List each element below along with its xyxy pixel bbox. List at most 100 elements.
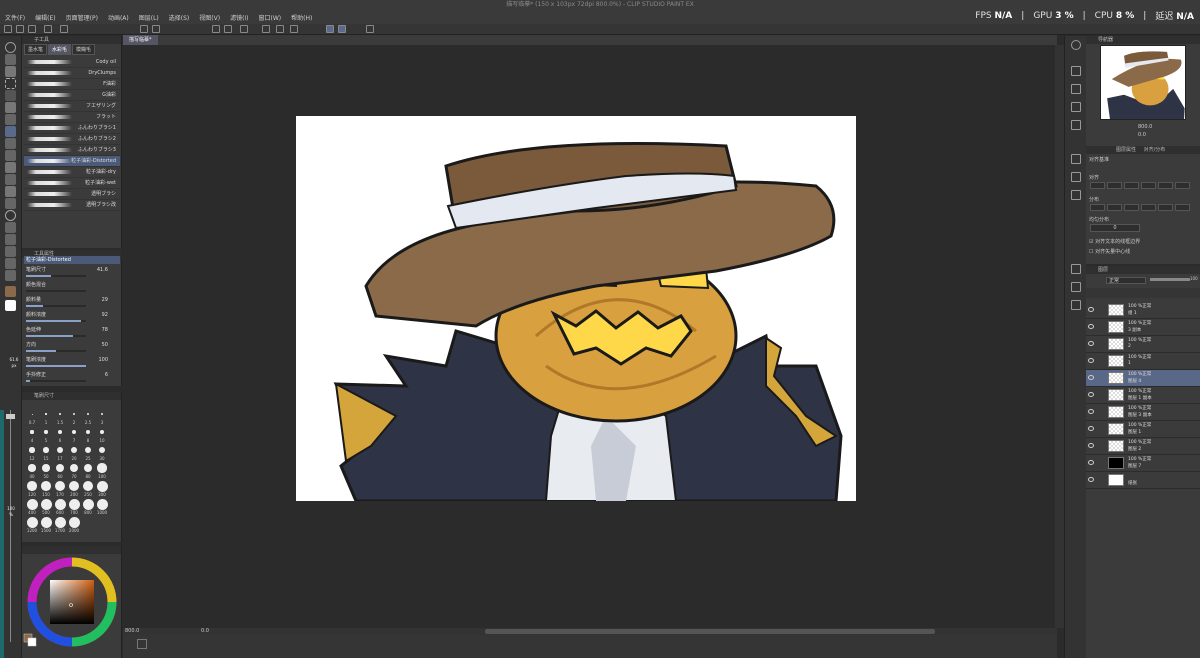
property-row[interactable]: 方向 50 — [26, 341, 118, 352]
brush-tool-icon[interactable] — [5, 126, 16, 137]
clear-icon[interactable] — [262, 25, 270, 33]
brush-size-slider[interactable]: 100 % — [6, 410, 15, 642]
brush-size-preset[interactable] — [45, 413, 47, 415]
eye-icon[interactable] — [1088, 375, 1094, 380]
align-button[interactable] — [1090, 182, 1105, 189]
brush-size-preset[interactable] — [68, 480, 80, 492]
ruler-icon[interactable] — [338, 25, 346, 33]
align-button[interactable] — [1090, 204, 1105, 211]
brush-size-preset[interactable] — [99, 429, 105, 435]
menu-page[interactable]: 页面管理(P) — [61, 13, 103, 22]
menu-file[interactable]: 文件(F) — [0, 13, 30, 22]
brush-size-preset[interactable] — [43, 447, 49, 453]
brush-item[interactable]: ふんわりブラシ1 — [24, 123, 120, 134]
property-row[interactable]: 颜色混合 — [26, 281, 118, 292]
menu-animation[interactable]: 动画(A) — [103, 13, 134, 22]
zoom-tool-icon[interactable] — [5, 42, 16, 53]
eye-icon[interactable] — [1088, 341, 1094, 346]
brush-item[interactable]: フラット — [24, 112, 120, 123]
ruler-tool-icon[interactable] — [5, 234, 16, 245]
brush-item[interactable]: 粒子油彩-Distorted — [24, 156, 120, 167]
eye-icon[interactable] — [1088, 409, 1094, 414]
fit-view-icon[interactable] — [137, 639, 147, 649]
brush-size-preset[interactable] — [26, 516, 38, 528]
auto-select-icon[interactable] — [5, 90, 16, 101]
menu-layer[interactable]: 图层(L) — [134, 13, 164, 22]
selection-tool-icon[interactable] — [5, 78, 16, 89]
layer-property-icon[interactable] — [1071, 154, 1081, 164]
frame-icon[interactable] — [5, 222, 16, 233]
align-text-bounds-checkbox[interactable]: ☑ 对齐文本的线框边界 — [1089, 238, 1140, 245]
eye-icon[interactable] — [1088, 358, 1094, 363]
property-slider[interactable] — [26, 275, 86, 277]
brush-size-preset[interactable] — [85, 429, 91, 435]
image-icon[interactable] — [152, 25, 160, 33]
eraser-icon[interactable] — [5, 162, 16, 173]
blend-mode-select[interactable]: 正常 — [1106, 277, 1146, 284]
menu-filter[interactable]: 滤镜(I) — [225, 13, 253, 22]
menu-select[interactable]: 选择(S) — [164, 13, 195, 22]
brush-item[interactable]: 透明ブラシ改 — [24, 200, 120, 211]
align-button[interactable] — [1124, 204, 1139, 211]
property-slider[interactable] — [26, 290, 86, 292]
brush-size-preset[interactable] — [59, 413, 61, 415]
timeline-icon[interactable] — [1071, 300, 1081, 310]
brush-size-preset[interactable] — [83, 463, 93, 473]
brush-size-preset[interactable] — [56, 464, 64, 472]
search-icon[interactable] — [1071, 40, 1081, 50]
layer-row[interactable]: 100 %正常 图层 1 — [1086, 421, 1200, 438]
brush-size-preset[interactable] — [42, 464, 50, 472]
align-button[interactable] — [1141, 204, 1156, 211]
property-slider[interactable] — [26, 380, 86, 382]
layer-row[interactable]: 100 %正常 图层 2 — [1086, 438, 1200, 455]
tab-layer-property[interactable]: 图层属性 — [1116, 147, 1136, 153]
brush-size-preset[interactable] — [82, 498, 94, 510]
brush-size-preset[interactable] — [82, 480, 94, 492]
eye-icon[interactable] — [1088, 426, 1094, 431]
brush-size-preset[interactable] — [57, 447, 63, 453]
property-row[interactable]: 颜料浓度 92 — [26, 311, 118, 322]
scroll-thumb[interactable] — [485, 629, 935, 634]
align-button[interactable] — [1158, 204, 1173, 211]
eye-icon[interactable] — [1088, 392, 1094, 397]
select-icon[interactable] — [290, 25, 298, 33]
pen-tool-icon[interactable] — [5, 114, 16, 125]
navigator-icon[interactable] — [1071, 66, 1081, 76]
color-wheel[interactable] — [22, 554, 122, 658]
brush-item[interactable]: 透明ブラシ — [24, 189, 120, 200]
brush-item[interactable]: フエザリング — [24, 101, 120, 112]
brush-size-preset[interactable] — [41, 481, 51, 491]
brush-size-preset[interactable] — [54, 516, 66, 528]
opacity-slider[interactable] — [1150, 278, 1190, 281]
fill-icon[interactable] — [276, 25, 284, 33]
undo-icon[interactable] — [212, 25, 220, 33]
brush-size-preset[interactable] — [86, 412, 90, 416]
menu-edit[interactable]: 编辑(E) — [30, 13, 60, 22]
brush-size-preset[interactable] — [40, 498, 52, 510]
brush-item[interactable]: 粒子油彩-dry — [24, 167, 120, 178]
brush-size-preset[interactable] — [40, 516, 52, 528]
sub-color-swatch[interactable] — [5, 300, 16, 311]
tab-align[interactable]: 对齐/分布 — [1144, 147, 1166, 153]
brush-item[interactable]: ふんわりブラシ3 — [24, 145, 120, 156]
property-slider[interactable] — [26, 320, 86, 322]
subtool-tab-watercolor[interactable]: 水彩毛 — [48, 44, 72, 55]
decoration-icon[interactable] — [5, 150, 16, 161]
property-slider[interactable] — [26, 305, 86, 307]
navigator-thumbnail[interactable] — [1100, 45, 1186, 120]
brush-size-preset[interactable] — [31, 413, 33, 415]
save-icon[interactable] — [28, 25, 36, 33]
new-file-icon[interactable] — [4, 25, 12, 33]
spacing-input[interactable]: 0 — [1090, 224, 1140, 232]
align-button[interactable] — [1107, 182, 1122, 189]
brush-size-preset[interactable] — [100, 412, 104, 416]
layer-row[interactable]: 100 %正常 2 — [1086, 336, 1200, 353]
gradient-icon[interactable] — [5, 198, 16, 209]
subtool-tab-ink[interactable]: 墨水笔 — [24, 44, 48, 55]
layer-row[interactable]: 100 %正常 图层 4 — [1086, 370, 1200, 387]
brush-size-preset[interactable] — [28, 464, 36, 472]
blend-tool-icon[interactable] — [5, 174, 16, 185]
correct-line-icon[interactable] — [5, 270, 16, 281]
subview-icon[interactable] — [1071, 84, 1081, 94]
layer-row[interactable]: 100 %正常 图层 3 副本 — [1086, 404, 1200, 421]
